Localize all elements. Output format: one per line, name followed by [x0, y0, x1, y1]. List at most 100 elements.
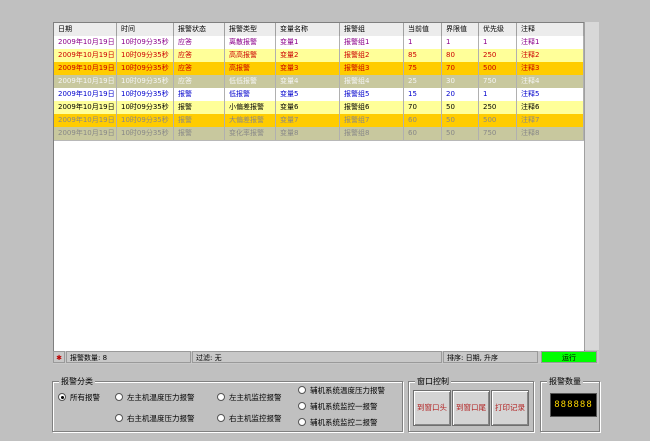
cell-date: 2009年10月19日	[54, 127, 117, 140]
cell-time: 10时09分35秒	[117, 101, 174, 114]
cell-priority: 1	[479, 36, 517, 49]
cell-group: 报警组5	[340, 88, 404, 101]
cell-variable: 变量4	[276, 75, 340, 88]
cell-type: 高报警	[225, 62, 276, 75]
radio-icon	[217, 393, 225, 401]
cell-date: 2009年10月19日	[54, 62, 117, 75]
radio-all-alarms[interactable]: 所有报警	[58, 392, 100, 403]
cell-group: 报警组1	[340, 36, 404, 49]
cell-current: 60	[404, 127, 442, 140]
cell-priority: 250	[479, 49, 517, 62]
column-header-variable[interactable]: 变量名称	[276, 23, 340, 36]
column-header-date[interactable]: 日期	[54, 23, 117, 36]
alarm-count-status: 报警数量: 8	[66, 351, 191, 363]
sort-status: 排序: 日期, 升序	[443, 351, 538, 363]
radio-right-main-monitor[interactable]: 右主机监控报警	[217, 413, 282, 424]
table-row[interactable]: 2009年10月19日 10时09分35秒 应答 离散报警 变量1 报警组1 1 1 1 注释1	[54, 36, 584, 50]
cell-group: 报警组4	[340, 75, 404, 88]
radio-label: 辅机系统监控一报警	[310, 402, 378, 411]
cell-status: 应答	[174, 62, 225, 75]
cell-limit: 1	[442, 36, 479, 49]
alarm-category-title: 报警分类	[59, 376, 95, 387]
cell-comment: 注释6	[517, 101, 584, 114]
radio-aux-monitor-two[interactable]: 辅机系统监控二报警	[298, 417, 378, 428]
cell-variable: 变量2	[276, 49, 340, 62]
radio-icon	[115, 414, 123, 422]
radio-left-main-temp-pressure[interactable]: 左主机温度压力报警	[115, 392, 195, 403]
table-row[interactable]: 2009年10月19日 10时09分35秒 报警 小偏差报警 变量6 报警组6 70 50 25…	[54, 101, 584, 115]
table-row[interactable]: 2009年10月19日 10时09分35秒 应答 高报警 变量3 报警组3 75 70 500 注…	[54, 62, 584, 76]
print-records-button[interactable]: 打印记录	[491, 390, 529, 426]
cell-comment: 注释1	[517, 36, 584, 49]
radio-label: 所有报警	[70, 393, 100, 402]
column-header-priority[interactable]: 优先级	[479, 23, 517, 36]
cell-group: 报警组7	[340, 114, 404, 127]
cell-current: 60	[404, 114, 442, 127]
cell-date: 2009年10月19日	[54, 101, 117, 114]
grid-header: 日期 时间 报警状态 报警类型 变量名称 报警组 当前值 界限值 优先级 注释	[54, 23, 584, 37]
cell-variable: 变量3	[276, 62, 340, 75]
window-control-group: 窗口控制 到窗口头 到窗口尾 打印记录	[408, 376, 534, 432]
alarm-grid: 日期 时间 报警状态 报警类型 变量名称 报警组 当前值 界限值 优先级 注释 …	[53, 22, 585, 352]
cell-priority: 750	[479, 75, 517, 88]
cell-variable: 变量1	[276, 36, 340, 49]
cell-current: 15	[404, 88, 442, 101]
cell-status: 应答	[174, 49, 225, 62]
cell-time: 10时09分35秒	[117, 75, 174, 88]
table-row[interactable]: 2009年10月19日 10时09分35秒 报警 变化率报警 变量8 报警组8 60 50 75…	[54, 127, 584, 141]
column-header-status[interactable]: 报警状态	[174, 23, 225, 36]
cell-time: 10时09分35秒	[117, 127, 174, 140]
cell-time: 10时09分35秒	[117, 62, 174, 75]
cell-priority: 500	[479, 114, 517, 127]
radio-icon	[298, 418, 306, 426]
cell-type: 高高报警	[225, 49, 276, 62]
cell-status: 应答	[174, 75, 225, 88]
cell-group: 报警组6	[340, 101, 404, 114]
radio-label: 右主机监控报警	[229, 414, 282, 423]
alarm-count-display: 888888	[550, 393, 597, 417]
status-bar: ✱ 报警数量: 8 过滤: 无 排序: 日期, 升序 运行	[53, 351, 599, 364]
column-header-limit[interactable]: 界限值	[442, 23, 479, 36]
cell-comment: 注释3	[517, 62, 584, 75]
cell-type: 大偏差报警	[225, 114, 276, 127]
column-header-type[interactable]: 报警类型	[225, 23, 276, 36]
cell-type: 离散报警	[225, 36, 276, 49]
cell-current: 25	[404, 75, 442, 88]
cell-limit: 80	[442, 49, 479, 62]
vertical-scrollbar[interactable]	[584, 22, 599, 350]
cell-limit: 50	[442, 114, 479, 127]
cell-status: 报警	[174, 114, 225, 127]
radio-icon	[298, 402, 306, 410]
radio-right-main-temp-pressure[interactable]: 右主机温度压力报警	[115, 413, 195, 424]
cell-group: 报警组3	[340, 62, 404, 75]
cell-date: 2009年10月19日	[54, 49, 117, 62]
radio-icon	[298, 386, 306, 394]
go-to-top-button[interactable]: 到窗口头	[413, 390, 451, 426]
cell-time: 10时09分35秒	[117, 88, 174, 101]
cell-variable: 变量7	[276, 114, 340, 127]
table-row[interactable]: 2009年10月19日 10时09分35秒 应答 低低报警 变量4 报警组4 25 30 750…	[54, 75, 584, 89]
table-row[interactable]: 2009年10月19日 10时09分35秒 报警 低报警 变量5 报警组5 15 20 1 注释5	[54, 88, 584, 102]
cell-type: 小偏差报警	[225, 101, 276, 114]
cell-type: 低低报警	[225, 75, 276, 88]
cell-time: 10时09分35秒	[117, 114, 174, 127]
column-header-comment[interactable]: 注释	[517, 23, 584, 36]
radio-aux-temp-pressure[interactable]: 辅机系统温度压力报警	[298, 385, 385, 396]
column-header-time[interactable]: 时间	[117, 23, 174, 36]
cell-comment: 注释5	[517, 88, 584, 101]
radio-left-main-monitor[interactable]: 左主机监控报警	[217, 392, 282, 403]
cell-group: 报警组2	[340, 49, 404, 62]
table-row[interactable]: 2009年10月19日 10时09分35秒 应答 高高报警 变量2 报警组2 85 80 250…	[54, 49, 584, 63]
column-header-group[interactable]: 报警组	[340, 23, 404, 36]
cell-status: 报警	[174, 101, 225, 114]
cell-variable: 变量6	[276, 101, 340, 114]
cell-date: 2009年10月19日	[54, 75, 117, 88]
radio-icon	[115, 393, 123, 401]
column-header-current[interactable]: 当前值	[404, 23, 442, 36]
go-to-bottom-button[interactable]: 到窗口尾	[452, 390, 490, 426]
run-status-indicator: 运行	[541, 351, 597, 363]
radio-aux-monitor-one[interactable]: 辅机系统监控一报警	[298, 401, 378, 412]
cell-date: 2009年10月19日	[54, 114, 117, 127]
table-row[interactable]: 2009年10月19日 10时09分35秒 报警 大偏差报警 变量7 报警组7 60 50 50…	[54, 114, 584, 128]
cell-status: 应答	[174, 36, 225, 49]
